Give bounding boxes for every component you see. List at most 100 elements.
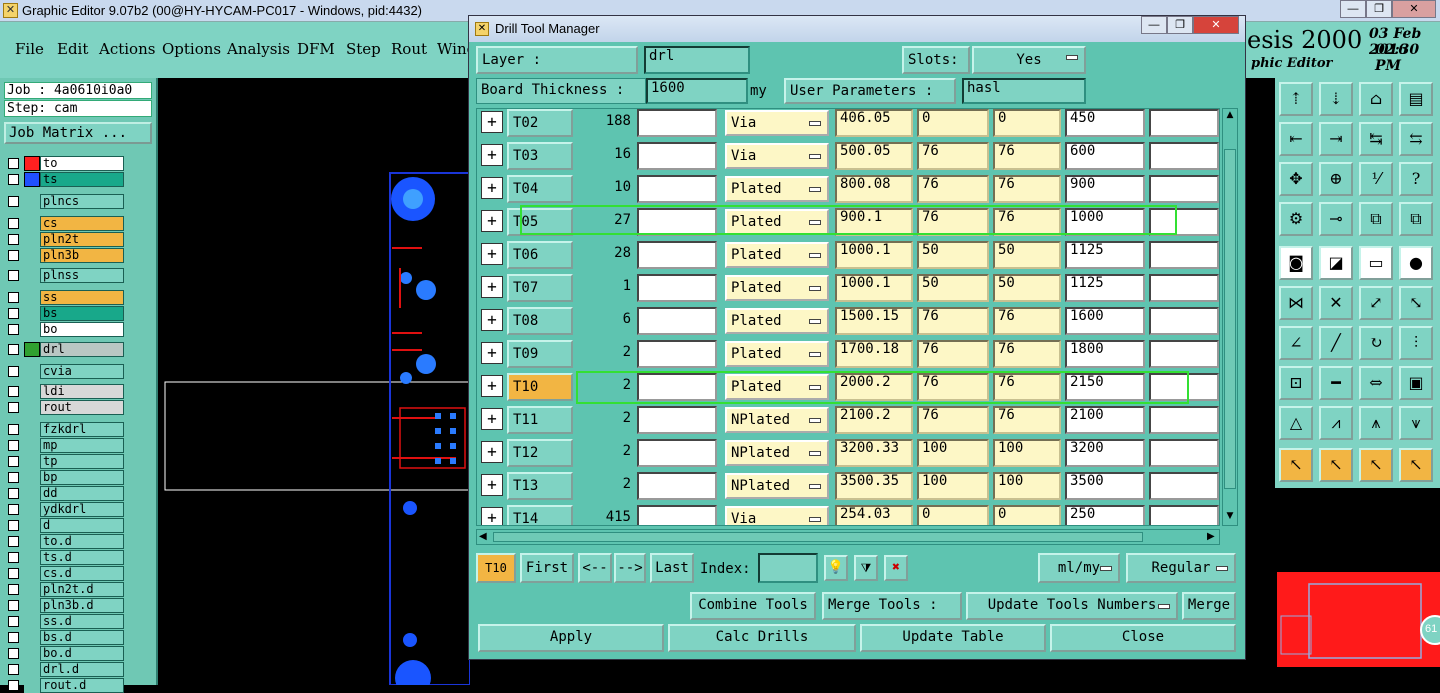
tool-tol-minus-field[interactable]: 0 — [993, 109, 1061, 137]
swap-icon[interactable]: ↹ — [1359, 122, 1393, 156]
scroll-right-icon[interactable]: ▶ — [1207, 531, 1215, 542]
row-select-icon[interactable]: + — [481, 144, 503, 166]
layer-checkbox[interactable] — [8, 324, 19, 335]
layer-row[interactable]: bo — [6, 322, 124, 337]
last-button[interactable]: Last — [650, 553, 694, 583]
tool-size-field[interactable]: 1700.18 — [835, 340, 913, 368]
ruler-icon[interactable]: ▭ — [1359, 246, 1393, 280]
tool-id[interactable]: T11 — [507, 406, 573, 434]
tool-extra-field[interactable] — [1149, 109, 1219, 137]
layer-row[interactable]: plnss — [6, 268, 124, 283]
down-icon[interactable]: ⇣ — [1319, 82, 1353, 116]
tool-tol-minus-field[interactable]: 76 — [993, 307, 1061, 335]
tool-drill-size-field[interactable]: 1125 — [1065, 241, 1145, 269]
tool-finish-size-field[interactable] — [637, 340, 717, 368]
tool-finish-size-field[interactable] — [637, 505, 717, 525]
delete-icon[interactable]: ✖ — [884, 555, 908, 581]
layer-row[interactable]: ss.d — [6, 614, 124, 629]
layer-checkbox[interactable] — [8, 308, 19, 319]
layer-checkbox[interactable] — [8, 250, 19, 261]
row-select-icon[interactable]: + — [481, 309, 503, 331]
angle-icon[interactable]: ∠ — [1279, 326, 1313, 360]
fit-icon[interactable]: ✥ — [1279, 162, 1313, 196]
layer-row[interactable]: pln2t — [6, 232, 124, 247]
close-button[interactable]: Close — [1050, 624, 1236, 652]
home-icon[interactable]: ⌂ — [1359, 82, 1393, 116]
row-select-icon[interactable]: + — [481, 441, 503, 463]
tool-tol-plus-field[interactable]: 0 — [917, 505, 989, 525]
rotate-icon[interactable]: ↻ — [1359, 326, 1393, 360]
tool-tol-plus-field[interactable]: 76 — [917, 307, 989, 335]
minimize-icon[interactable]: — — [1340, 0, 1366, 18]
layer-checkbox[interactable] — [8, 196, 19, 207]
tool-size-field[interactable]: 1000.1 — [835, 274, 913, 302]
up-icon[interactable]: ⇡ — [1279, 82, 1313, 116]
split-icon[interactable]: ⫶ — [1399, 326, 1433, 360]
layer-checkbox[interactable] — [8, 536, 19, 547]
layer-checkbox[interactable] — [8, 520, 19, 531]
row-select-icon[interactable]: + — [481, 243, 503, 265]
layer-field[interactable]: drl — [644, 46, 750, 74]
arrows-icon[interactable]: ⇔ — [1359, 366, 1393, 400]
layer-checkbox[interactable] — [8, 218, 19, 229]
tool-type-dropdown[interactable]: NPlated — [725, 440, 829, 466]
cursor-b-icon[interactable]: ↖ — [1319, 448, 1353, 482]
layer-checkbox[interactable] — [8, 366, 19, 377]
tool-tol-minus-field[interactable]: 0 — [993, 505, 1061, 525]
thickness-field[interactable]: 1600 — [646, 78, 748, 104]
units-dropdown[interactable]: ml/my — [1038, 553, 1120, 583]
tool-finish-size-field[interactable] — [637, 241, 717, 269]
layer-checkbox[interactable] — [8, 440, 19, 451]
layer-checkbox[interactable] — [8, 648, 19, 659]
tool-drill-size-field[interactable]: 600 — [1065, 142, 1145, 170]
tool-finish-size-field[interactable] — [637, 109, 717, 137]
layer-row[interactable]: drl — [6, 342, 124, 357]
scroll-up-icon[interactable]: ▲ — [1224, 110, 1236, 122]
tool-drill-size-field[interactable]: 3200 — [1065, 439, 1145, 467]
tool-size-field[interactable]: 3500.35 — [835, 472, 913, 500]
layer-row[interactable]: fzkdrl — [6, 422, 124, 437]
tool-tol-minus-field[interactable]: 100 — [993, 439, 1061, 467]
tool-tol-minus-field[interactable]: 50 — [993, 241, 1061, 269]
layer-checkbox[interactable] — [8, 270, 19, 281]
tool-tol-plus-field[interactable]: 100 — [917, 472, 989, 500]
tool-type-dropdown[interactable]: Via — [725, 143, 829, 169]
tool-id[interactable]: T03 — [507, 142, 573, 170]
menu-options[interactable]: Options — [162, 40, 221, 58]
tool-tol-plus-field[interactable]: 50 — [917, 274, 989, 302]
tool-type-dropdown[interactable]: Plated — [725, 275, 829, 301]
menu-rout[interactable]: Rout — [391, 40, 427, 58]
layer-checkbox[interactable] — [8, 386, 19, 397]
layer-checkbox[interactable] — [8, 174, 19, 185]
tool-tol-plus-field[interactable]: 100 — [917, 439, 989, 467]
merge-button[interactable]: Merge — [1182, 592, 1236, 620]
layer-checkbox[interactable] — [8, 632, 19, 643]
vertical-scrollbar[interactable]: ▲ ▼ — [1222, 108, 1238, 526]
dot-icon[interactable]: ● — [1399, 246, 1433, 280]
tool-extra-field[interactable] — [1149, 307, 1219, 335]
scroll-down-icon[interactable]: ▼ — [1224, 511, 1236, 523]
triangle-c-icon[interactable]: ⩚ — [1359, 406, 1393, 440]
tool-size-field[interactable]: 3200.33 — [835, 439, 913, 467]
tool-id[interactable]: T07 — [507, 274, 573, 302]
layer-row[interactable]: dd — [6, 486, 124, 501]
layer-checkbox[interactable] — [8, 456, 19, 467]
blocks-icon[interactable]: ▣ — [1399, 366, 1433, 400]
update-table-button[interactable]: Update Table — [860, 624, 1046, 652]
ratio-icon[interactable]: ⅟ — [1359, 162, 1393, 196]
tool-id[interactable]: T10 — [507, 373, 573, 401]
tool-extra-field[interactable] — [1149, 241, 1219, 269]
tool-extra-field[interactable] — [1149, 505, 1219, 525]
panel-icon[interactable]: ▤ — [1399, 82, 1433, 116]
layer-row[interactable]: ts.d — [6, 550, 124, 565]
connect-icon[interactable]: ⊸ — [1319, 202, 1353, 236]
tool-type-dropdown[interactable]: Plated — [725, 176, 829, 202]
mini-map[interactable]: 61 — [1277, 488, 1440, 685]
filter-icon[interactable]: ⧩ — [854, 555, 878, 581]
layer-checkbox[interactable] — [8, 584, 19, 595]
tool-finish-size-field[interactable] — [637, 307, 717, 335]
horizontal-scrollbar[interactable]: ◀ ▶ — [476, 529, 1220, 545]
tool-size-field[interactable]: 2100.2 — [835, 406, 913, 434]
tool-tol-minus-field[interactable]: 76 — [993, 406, 1061, 434]
maximize-icon[interactable]: ❐ — [1366, 0, 1392, 18]
